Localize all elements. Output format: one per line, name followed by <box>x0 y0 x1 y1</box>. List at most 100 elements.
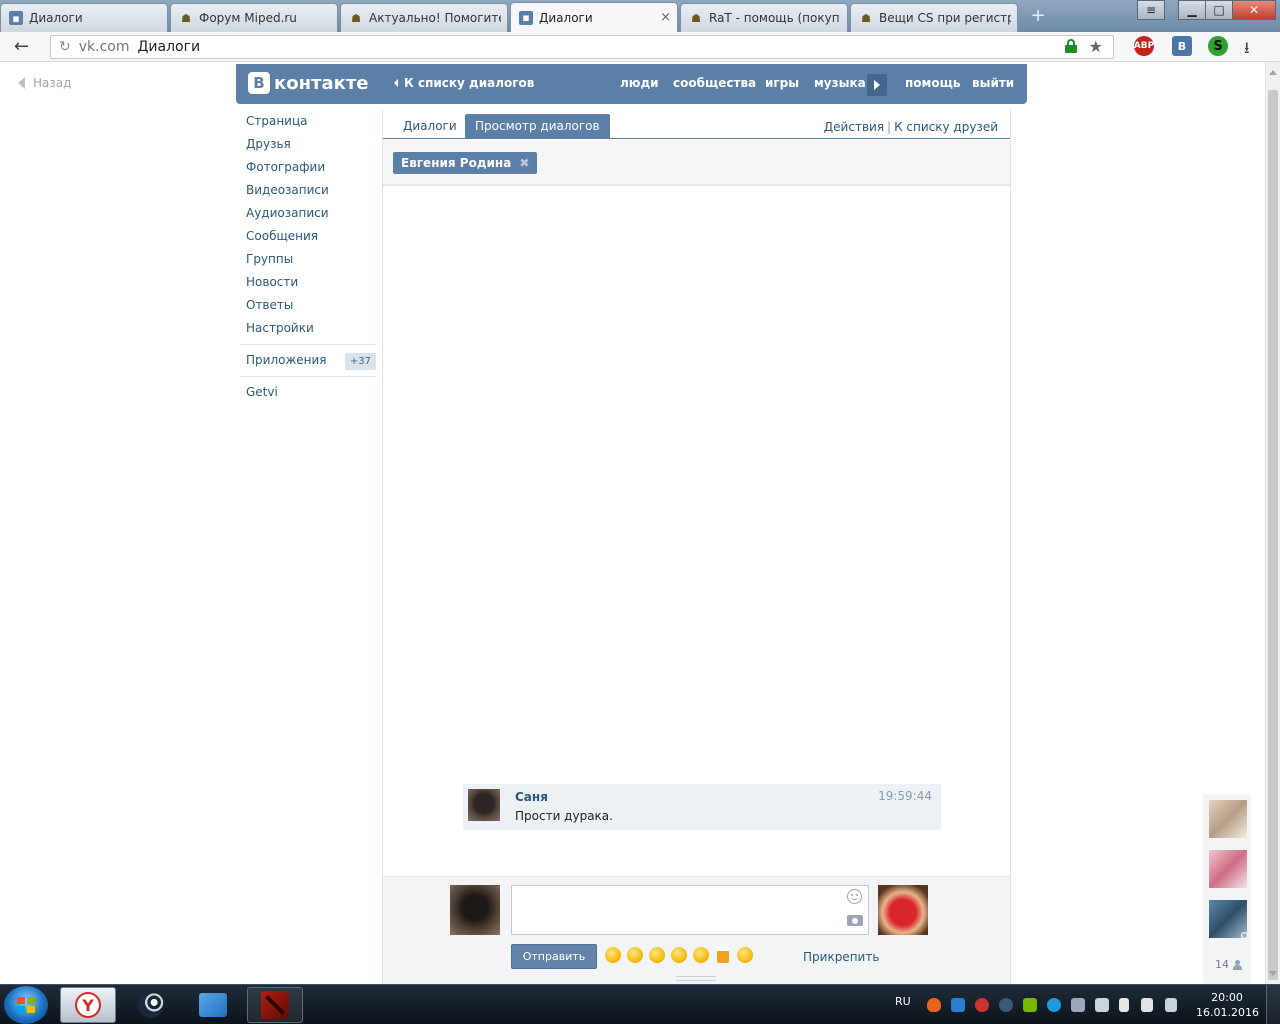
s-extension-icon[interactable]: S <box>1208 36 1228 56</box>
menu-item-messages[interactable]: Сообщения <box>240 225 376 248</box>
browser-tab-rat-help[interactable]: ☗ RaT - помощь (покуп <box>680 3 848 32</box>
close-window-button[interactable]: ✕ <box>1232 0 1276 20</box>
remove-peer-icon[interactable]: ✖ <box>519 156 529 170</box>
camera-icon[interactable] <box>847 915 863 926</box>
my-avatar[interactable] <box>450 885 500 935</box>
vk-logo[interactable]: В контакте <box>248 72 368 94</box>
surprised-emoji-icon[interactable] <box>671 947 687 963</box>
tab-close-icon[interactable]: × <box>660 10 671 25</box>
menu-item-groups[interactable]: Группы <box>240 248 376 271</box>
page-scrollbar[interactable] <box>1265 62 1280 984</box>
browser-tab-actual-help[interactable]: ☗ Актуально! Помогите <box>340 3 508 32</box>
taskbar-steam[interactable] <box>123 987 179 1023</box>
browser-tab-cs-items[interactable]: ☗ Вещи CS при регистр <box>850 3 1018 32</box>
online-friends-count[interactable]: 14 <box>1215 958 1242 971</box>
smile-icon[interactable] <box>847 889 862 904</box>
scroll-up-icon[interactable] <box>1269 70 1277 75</box>
address-bar[interactable]: ↻ vk.com Диалоги ★ <box>50 35 1114 59</box>
message-input[interactable] <box>511 885 869 935</box>
browser-tab-dialogs-active[interactable]: ▪ Диалоги × <box>510 2 678 32</box>
menu-item-friends[interactable]: Друзья <box>240 133 376 156</box>
attach-link[interactable]: Прикрепить <box>803 950 879 964</box>
lock-icon[interactable] <box>1065 39 1077 53</box>
message-author[interactable]: Саня <box>515 790 548 804</box>
menu-item-videos[interactable]: Видеозаписи <box>240 179 376 202</box>
bookmark-star-icon[interactable]: ★ <box>1089 37 1103 56</box>
disappointed-emoji-icon[interactable] <box>693 947 709 963</box>
beer-emoji-icon[interactable] <box>717 947 729 963</box>
message-history[interactable]: Саня Прости дурака. 19:59:44 <box>383 188 1010 876</box>
browser-tab-dialogs-1[interactable]: ▪ Диалоги <box>0 3 168 32</box>
friend-avatar[interactable] <box>1209 850 1247 888</box>
apps-count-badge[interactable]: +37 <box>344 353 376 370</box>
menu-item-apps[interactable]: Приложения +37 <box>240 349 376 372</box>
menu-item-audio[interactable]: Аудиозаписи <box>240 202 376 225</box>
nav-communities[interactable]: сообщества <box>673 76 756 90</box>
vk-extension-icon[interactable]: B <box>1172 36 1192 56</box>
minimize-button[interactable]: ▁ <box>1178 0 1206 20</box>
menu-item-photos[interactable]: Фотографии <box>240 156 376 179</box>
message-time[interactable]: 19:59:44 <box>878 789 932 803</box>
adblock-extension-icon[interactable]: ABP <box>1134 36 1154 56</box>
tray-cycle-icon[interactable] <box>975 998 989 1012</box>
send-button[interactable]: Отправить <box>511 944 597 969</box>
reload-icon[interactable]: ↻ <box>59 39 71 55</box>
url-host: vk.com <box>78 39 130 55</box>
tray-network-icon[interactable] <box>1095 998 1109 1012</box>
menu-item-settings[interactable]: Настройки <box>240 317 376 340</box>
download-icon[interactable]: ⭳ <box>1244 37 1250 64</box>
tray-messenger-icon[interactable] <box>951 998 965 1012</box>
tray-chrome-icon[interactable] <box>1047 998 1061 1012</box>
maximize-button[interactable]: □ <box>1205 0 1233 20</box>
nav-logout[interactable]: выйти <box>972 76 1014 90</box>
back-link[interactable]: Назад <box>18 76 71 90</box>
tray-flame-icon[interactable] <box>927 998 941 1012</box>
message-item[interactable]: Саня Прости дурака. 19:59:44 <box>463 784 941 830</box>
resize-grip[interactable] <box>676 976 716 981</box>
menu-item-news[interactable]: Новости <box>240 271 376 294</box>
menu-item-getvi[interactable]: Getvi <box>240 381 376 404</box>
menu-item-page[interactable]: Страница <box>240 110 376 133</box>
nav-people[interactable]: люди <box>620 76 659 90</box>
taskbar-lego-app[interactable] <box>185 987 241 1023</box>
avatar[interactable] <box>468 789 500 821</box>
tray-flag-icon[interactable] <box>1119 998 1129 1012</box>
music-play-button[interactable] <box>867 74 887 96</box>
tray-device-icon[interactable] <box>1071 998 1085 1012</box>
nav-music[interactable]: музыка <box>814 76 866 90</box>
taskbar-clock[interactable]: 20:00 16.01.2016 <box>1196 990 1259 1020</box>
scroll-thumb[interactable] <box>1268 90 1278 980</box>
friends-list-link[interactable]: К списку друзей <box>894 120 998 134</box>
tray-nvidia-icon[interactable] <box>1023 998 1037 1012</box>
friend-avatar[interactable] <box>1209 800 1247 838</box>
tray-volume-icon[interactable] <box>1141 998 1153 1012</box>
left-menu: Страница Друзья Фотографии Видеозаписи А… <box>240 110 376 404</box>
tray-display-icon[interactable] <box>1165 998 1177 1012</box>
laughing-emoji-icon[interactable] <box>605 947 621 963</box>
new-tab-button[interactable]: + <box>1028 7 1048 26</box>
nav-help[interactable]: помощь <box>905 76 960 90</box>
start-button[interactable] <box>4 986 48 1024</box>
to-dialogs-list-link[interactable]: К списку диалогов <box>394 76 534 90</box>
menu-item-answers[interactable]: Ответы <box>240 294 376 317</box>
show-desktop-button[interactable] <box>1266 985 1280 1024</box>
taskbar-yandex-browser[interactable]: Y <box>60 987 116 1023</box>
scroll-down-icon[interactable] <box>1269 971 1277 976</box>
peer-token[interactable]: Евгения Родина ✖ <box>393 152 538 174</box>
browser-tab-miped-forum[interactable]: ☗ Форум Miped.ru <box>170 3 338 32</box>
peer-avatar[interactable] <box>878 885 928 935</box>
joy-emoji-icon[interactable] <box>627 947 643 963</box>
nav-games[interactable]: игры <box>765 76 799 90</box>
browser-back-button[interactable]: ← <box>14 36 29 57</box>
tab-view-dialogs[interactable]: Просмотр диалогов <box>465 114 610 139</box>
smile-emoji-icon[interactable] <box>649 947 665 963</box>
browser-menu-button[interactable]: ≡ <box>1137 0 1165 20</box>
language-indicator[interactable]: RU <box>895 995 911 1008</box>
compose-area: Отправить Прикрепить <box>383 876 1010 984</box>
message-text: Прости дурака. <box>515 809 613 823</box>
taskbar-dota2[interactable] <box>247 987 303 1023</box>
tray-steam-icon[interactable] <box>999 998 1013 1012</box>
tab-dialogs[interactable]: Диалоги <box>393 114 467 139</box>
smirk-emoji-icon[interactable] <box>737 947 753 963</box>
actions-link[interactable]: Действия <box>824 120 884 134</box>
